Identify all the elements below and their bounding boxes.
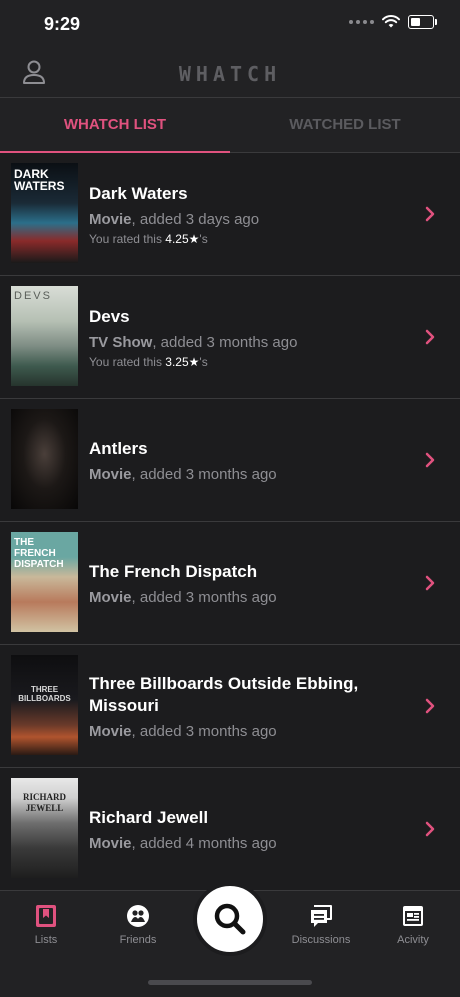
item-meta: Movie, added 3 months ago	[89, 723, 410, 740]
rating-suffix: 's	[199, 354, 208, 369]
status-time: 9:29	[44, 14, 81, 34]
list-item[interactable]: Antlers Movie, added 3 months ago	[0, 399, 460, 522]
rating-value: 3.25★	[165, 354, 200, 369]
wifi-icon	[382, 15, 400, 28]
item-added: , added 4 months ago	[131, 834, 277, 852]
item-added: , added 3 months ago	[131, 465, 277, 483]
tab-friends-label: Friends	[119, 934, 157, 946]
tab-watched-list[interactable]: WATCHED LIST	[230, 98, 460, 152]
chevron-right-icon[interactable]	[422, 698, 438, 714]
status-bar: 9:29	[0, 0, 460, 50]
poster-image: DARK WATERS	[11, 163, 78, 263]
list-tabs: WHATCH LIST WATCHED LIST	[0, 98, 460, 153]
list-item[interactable]: DARK WATERS Dark Waters Movie, added 3 d…	[0, 153, 460, 276]
item-title: Dark Waters	[89, 183, 188, 203]
chevron-right-icon[interactable]	[422, 452, 438, 468]
chevron-right-icon[interactable]	[422, 206, 438, 222]
item-title: Devs	[89, 306, 130, 326]
item-info: Three Billboards Outside Ebbing, Missour…	[89, 645, 410, 767]
home-indicator	[148, 980, 312, 985]
chevron-right-icon[interactable]	[422, 821, 438, 837]
discussions-icon	[311, 905, 332, 927]
status-icons	[349, 15, 437, 29]
item-type: TV Show	[89, 333, 153, 351]
item-added: , added 3 days ago	[131, 210, 260, 228]
chevron-right-icon[interactable]	[422, 329, 438, 345]
item-title: Three Billboards Outside Ebbing, Missour…	[89, 673, 359, 715]
item-info: Dark Waters Movie, added 3 days ago You …	[89, 153, 410, 275]
tab-lists[interactable]: Lists	[0, 903, 92, 946]
app-header: WHATCH	[0, 50, 460, 98]
poster-title-text: DEVS	[14, 290, 52, 302]
chevron-right-icon[interactable]	[422, 575, 438, 591]
item-added: , added 3 months ago	[131, 588, 277, 606]
item-meta: Movie, added 3 days ago	[89, 211, 410, 228]
item-type: Movie	[89, 588, 132, 606]
rating-prefix: You rated this	[89, 354, 166, 369]
item-title: Richard Jewell	[89, 807, 209, 827]
app-logo: WHATCH	[178, 62, 282, 86]
poster-image: RICHARD JEWELL	[11, 778, 78, 878]
item-added: , added 3 months ago	[131, 722, 277, 740]
list-item[interactable]: THE FRENCH DISPATCH The French Dispatch …	[0, 522, 460, 645]
friends-icon	[127, 905, 149, 927]
search-button[interactable]	[193, 882, 267, 956]
poster-title-text: THREE BILLBOARDS	[18, 685, 71, 703]
item-info: The French Dispatch Movie, added 3 month…	[89, 522, 410, 644]
list-item[interactable]: DEVS Devs TV Show, added 3 months ago Yo…	[0, 276, 460, 399]
item-type: Movie	[89, 465, 132, 483]
poster-title-text: RICHARD JEWELL	[22, 792, 66, 813]
item-rating: You rated this 4.25★'s	[89, 232, 410, 246]
rating-value: 4.25★	[165, 231, 200, 246]
tab-friends[interactable]: Friends	[92, 903, 184, 946]
list-item[interactable]: RICHARD JEWELL Richard Jewell Movie, add…	[0, 768, 460, 891]
poster-title-text: THE FRENCH DISPATCH	[14, 537, 64, 570]
item-meta: Movie, added 4 months ago	[89, 835, 410, 852]
tab-discussions[interactable]: Discussions	[275, 903, 367, 946]
item-type: Movie	[89, 722, 132, 740]
whatch-list: DARK WATERS Dark Waters Movie, added 3 d…	[0, 153, 460, 891]
item-meta: TV Show, added 3 months ago	[89, 334, 410, 351]
list-item[interactable]: THREE BILLBOARDS Three Billboards Outsid…	[0, 645, 460, 768]
item-rating: You rated this 3.25★'s	[89, 355, 410, 369]
cellular-signal-icon	[349, 20, 374, 24]
bookmark-list-icon	[36, 905, 56, 927]
poster-image: THE FRENCH DISPATCH	[11, 532, 78, 632]
rating-suffix: 's	[199, 231, 208, 246]
activity-icon	[403, 906, 423, 926]
item-title: Antlers	[89, 438, 148, 458]
item-type: Movie	[89, 834, 132, 852]
item-meta: Movie, added 3 months ago	[89, 589, 410, 606]
poster-image: THREE BILLBOARDS	[11, 655, 78, 755]
poster-image	[11, 409, 78, 509]
search-icon	[214, 903, 246, 935]
tab-activity[interactable]: Acivity	[367, 903, 459, 946]
item-title: The French Dispatch	[89, 561, 258, 581]
item-meta: Movie, added 3 months ago	[89, 466, 410, 483]
poster-image: DEVS	[11, 286, 78, 386]
rating-prefix: You rated this	[89, 231, 166, 246]
item-info: Devs TV Show, added 3 months ago You rat…	[89, 276, 410, 398]
tab-whatch-list[interactable]: WHATCH LIST	[0, 98, 230, 153]
tab-activity-label: Acivity	[397, 934, 429, 946]
item-added: , added 3 months ago	[152, 333, 298, 351]
poster-title-text: DARK WATERS	[14, 167, 65, 193]
tab-lists-label: Lists	[34, 934, 58, 946]
item-type: Movie	[89, 210, 132, 228]
item-info: Antlers Movie, added 3 months ago	[89, 399, 410, 521]
battery-icon	[408, 15, 437, 29]
tab-discussions-label: Discussions	[291, 934, 351, 946]
item-info: Richard Jewell Movie, added 4 months ago	[89, 768, 410, 890]
